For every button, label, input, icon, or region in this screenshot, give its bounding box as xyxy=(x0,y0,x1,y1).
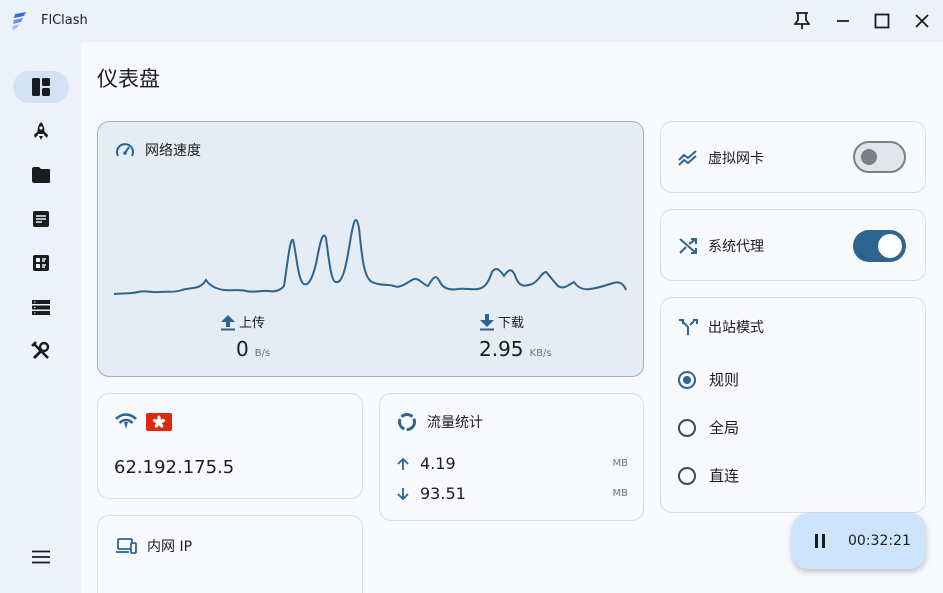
upload-icon xyxy=(221,314,235,330)
traffic-download-unit: MB xyxy=(612,488,629,499)
network-speed-title: 网络速度 xyxy=(145,143,201,159)
maximize-button[interactable] xyxy=(870,9,894,33)
outbound-mode-title: 出站模式 xyxy=(708,320,764,336)
nav-item-resources[interactable] xyxy=(13,247,69,279)
stop-proxy-fab[interactable]: 00:32:21 xyxy=(792,513,926,569)
intranet-ip-header: 内网 IP xyxy=(115,536,192,556)
call-split-icon xyxy=(679,319,698,335)
intranet-ip-card: 内网 IP xyxy=(97,515,363,593)
tun-header: 虚拟网卡 xyxy=(678,148,764,168)
minimize-button[interactable] xyxy=(831,9,855,33)
traffic-download-row: 93.51 MB xyxy=(396,484,628,503)
close-button[interactable] xyxy=(910,9,934,33)
close-icon xyxy=(915,14,929,28)
traffic-upload-unit: MB xyxy=(612,458,629,469)
nav-item-tools[interactable] xyxy=(13,335,69,367)
tun-card: 虚拟网卡 xyxy=(660,121,926,193)
upload-value-number: 0 xyxy=(236,337,249,361)
upload-unit: B/s xyxy=(254,348,271,359)
minimize-icon xyxy=(837,20,849,22)
tools-icon xyxy=(31,341,50,360)
network-speed-header: 网络速度 xyxy=(115,140,201,160)
devices-icon xyxy=(116,538,137,554)
download-icon xyxy=(480,313,494,330)
navigation-rail xyxy=(0,42,81,593)
outbound-option-rule-label: 规则 xyxy=(709,371,740,389)
flclash-logo-icon xyxy=(12,12,26,30)
rocket-icon xyxy=(34,122,48,140)
system-proxy-card: 系统代理 xyxy=(660,209,926,281)
network-detection-card[interactable]: 62.192.175.5 xyxy=(97,393,363,499)
system-proxy-toggle[interactable] xyxy=(853,230,906,262)
nav-item-profiles[interactable] xyxy=(13,159,69,191)
app-title: FlClash xyxy=(41,13,88,28)
outbound-mode-card: 出站模式 规则 全局 直连 xyxy=(660,297,926,513)
upload-label: 上传 xyxy=(220,312,265,331)
speed-chart xyxy=(113,218,627,295)
network-speed-card: 网络速度 上传 0 B/s 下载 2.95 KB/s xyxy=(97,121,644,377)
download-label-text: 下载 xyxy=(498,316,525,331)
maximize-icon xyxy=(874,13,890,29)
outbound-mode-header: 出站模式 xyxy=(678,317,764,337)
public-ip: 62.192.175.5 xyxy=(114,457,235,478)
download-value-number: 2.95 xyxy=(479,337,524,361)
folder-icon xyxy=(32,167,50,183)
download-unit: KB/s xyxy=(529,348,552,359)
radio-rule[interactable] xyxy=(678,370,696,389)
nav-item-proxies[interactable] xyxy=(13,115,69,147)
nav-item-dashboard[interactable] xyxy=(13,71,69,103)
running-time: 00:32:21 xyxy=(848,533,911,549)
title-bar: FlClash xyxy=(0,0,943,42)
traffic-download-value: 93.51 xyxy=(420,484,466,503)
resources-icon xyxy=(33,255,49,271)
speed-chart-line xyxy=(113,218,627,295)
shuffle-icon xyxy=(679,238,697,254)
nav-item-connections[interactable] xyxy=(13,291,69,323)
tun-toggle-knob xyxy=(861,149,877,165)
speedometer-icon xyxy=(116,143,134,157)
system-proxy-label: 系统代理 xyxy=(708,239,764,255)
traffic-upload-row: 4.19 MB xyxy=(396,454,628,473)
outbound-option-direct-label: 直连 xyxy=(709,467,740,485)
nav-menu-button[interactable] xyxy=(13,541,69,573)
wifi-icon xyxy=(115,413,137,429)
hong-kong-flag-icon xyxy=(146,413,172,431)
traffic-upload-value: 4.19 xyxy=(420,454,456,473)
arrow-down-icon xyxy=(397,487,409,500)
outbound-option-rule[interactable]: 规则 xyxy=(678,369,739,390)
intranet-ip-title: 内网 IP xyxy=(147,539,193,555)
pause-icon xyxy=(815,534,825,548)
traffic-stats-card: 流量统计 4.19 MB 93.51 MB xyxy=(379,393,644,521)
download-value: 2.95 KB/s xyxy=(479,337,552,361)
nav-item-logs[interactable] xyxy=(13,203,69,235)
tun-toggle[interactable] xyxy=(853,141,906,173)
system-proxy-header: 系统代理 xyxy=(678,236,764,256)
radio-global[interactable] xyxy=(678,418,696,437)
download-label: 下载 xyxy=(479,312,524,331)
pin-icon xyxy=(794,12,810,29)
dashboard-icon xyxy=(32,78,50,96)
radio-direct[interactable] xyxy=(678,466,696,485)
logs-icon xyxy=(33,211,49,227)
upload-value: 0 B/s xyxy=(236,337,270,361)
system-proxy-toggle-knob xyxy=(878,234,902,258)
outbound-option-direct[interactable]: 直连 xyxy=(678,465,739,486)
outbound-option-global-label: 全局 xyxy=(709,419,740,437)
traffic-ring-icon xyxy=(398,413,416,431)
menu-icon xyxy=(32,550,50,564)
traffic-stats-title: 流量统计 xyxy=(427,415,483,431)
page-title: 仪表盘 xyxy=(97,67,160,91)
upload-label-text: 上传 xyxy=(239,316,266,331)
tun-label: 虚拟网卡 xyxy=(708,151,764,167)
outbound-option-global[interactable]: 全局 xyxy=(678,417,739,438)
arrow-up-icon xyxy=(397,457,409,470)
pin-button[interactable] xyxy=(790,9,814,33)
traffic-stats-header: 流量统计 xyxy=(397,412,483,432)
stacked-line-chart-icon xyxy=(678,150,697,166)
connections-list-icon xyxy=(32,300,50,315)
